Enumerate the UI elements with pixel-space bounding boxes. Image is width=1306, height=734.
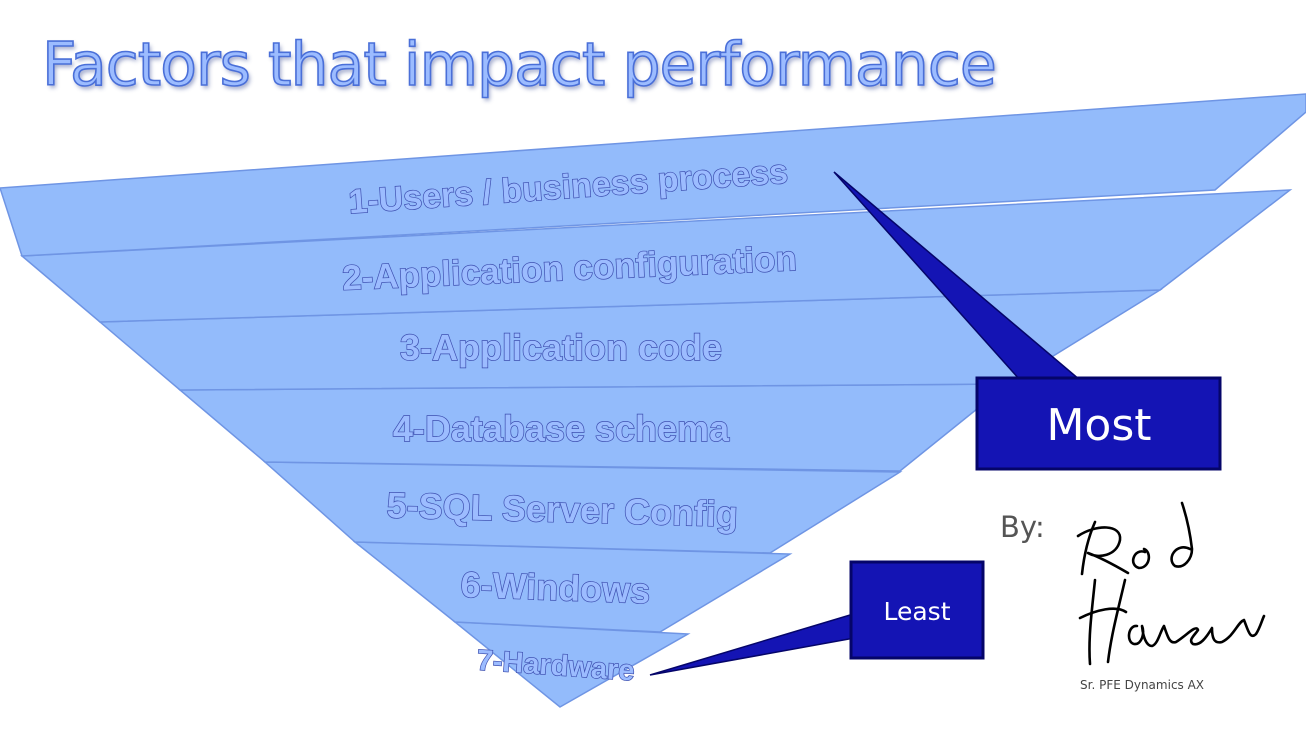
author-role: Sr. PFE Dynamics AX — [1080, 678, 1205, 692]
least-callout-pointer — [649, 610, 861, 676]
most-callout-label: Most — [1046, 400, 1151, 451]
by-label: By: — [1000, 510, 1045, 544]
slide: Factors that impact performance 1-Users … — [0, 0, 1306, 734]
layer-label-6: 6-Windows — [460, 564, 651, 612]
author-signature — [1076, 501, 1266, 666]
performance-pyramid: 1-Users / business process 2-Application… — [0, 93, 1306, 708]
layer-label-3: 3-Application code — [400, 327, 722, 368]
least-callout-label: Least — [883, 597, 950, 626]
layer-label-4: 4-Database schema — [393, 408, 730, 449]
